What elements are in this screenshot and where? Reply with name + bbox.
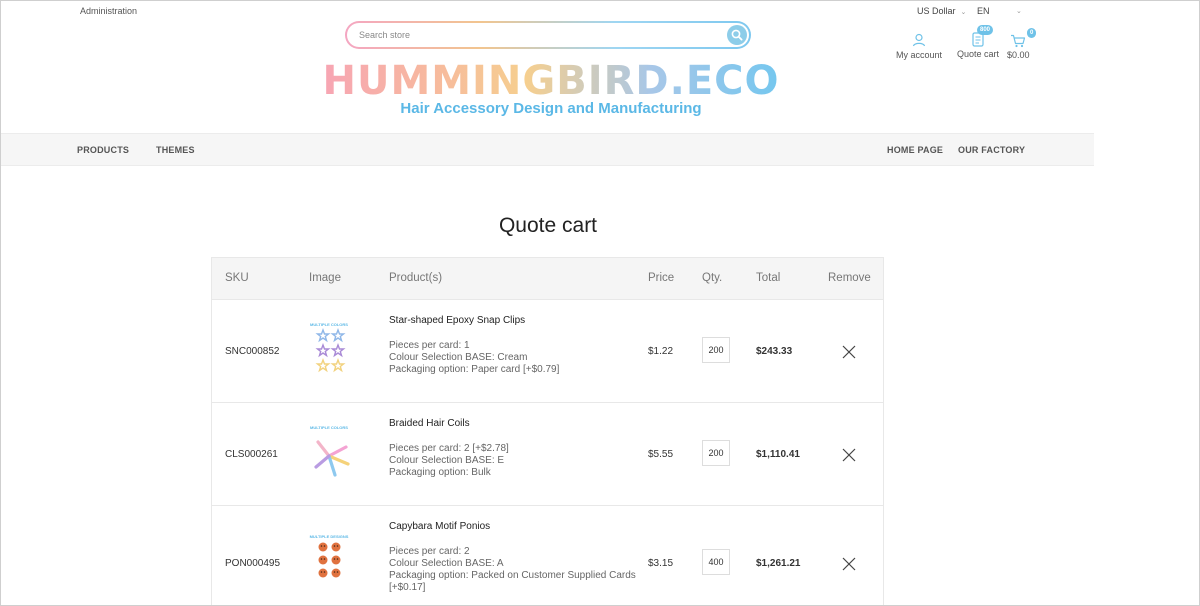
- unit-price: $5.55: [648, 449, 674, 460]
- option-pieces: Pieces per card: 1: [389, 340, 470, 351]
- option-colour: Colour Selection BASE: E: [389, 455, 505, 466]
- language-label: EN: [977, 6, 990, 16]
- cart-icon: [1011, 34, 1026, 48]
- nav-item-home-page[interactable]: HOME PAGE: [887, 145, 943, 155]
- option-pieces: Pieces per card: 2: [389, 546, 470, 557]
- search-input[interactable]: [359, 30, 727, 40]
- cart-count-badge: 0: [1027, 28, 1037, 38]
- star-clips-image[interactable]: MULTIPLE COLORS: [304, 320, 354, 380]
- quantity-input[interactable]: 400: [702, 549, 730, 575]
- column-header-price: Price: [648, 272, 675, 284]
- cart-total: $0.00: [1007, 50, 1030, 60]
- sku-value: PON000495: [225, 558, 281, 569]
- option-packaging: Packaging option: Paper card [+$0.79]: [389, 364, 560, 375]
- user-icon: [912, 33, 926, 47]
- image-caption: MULTIPLE DESIGNS: [310, 534, 349, 539]
- quote-count-badge: 800: [977, 25, 994, 35]
- product-options: Pieces per card: 2 Colour Selection BASE…: [389, 546, 639, 594]
- quantity-input[interactable]: 200: [702, 337, 730, 363]
- page-title: Quote cart: [498, 214, 598, 237]
- option-packaging: Packaging option: Bulk: [389, 467, 491, 478]
- remove-icon[interactable]: [842, 448, 856, 462]
- shopping-cart-link[interactable]: 0 $0.00: [1007, 28, 1037, 60]
- column-header-total: Total: [756, 272, 781, 284]
- column-header-remove: Remove: [828, 272, 871, 284]
- image-caption: MULTIPLE COLORS: [310, 322, 348, 327]
- nav-item-our-factory[interactable]: OUR FACTORY: [958, 145, 1025, 155]
- search-button[interactable]: [727, 25, 747, 45]
- line-total: $1,261.21: [756, 558, 801, 569]
- product-name[interactable]: Braided Hair Coils: [389, 418, 470, 429]
- quote-cart-table: SKU Image Product(s) Price Qty. Total Re…: [211, 257, 884, 605]
- search-bar: [345, 21, 751, 49]
- option-packaging: Packaging option: Packed on Customer Sup…: [389, 570, 636, 593]
- chevron-down-icon: ⌄: [960, 9, 967, 16]
- search-icon: [731, 29, 743, 41]
- unit-price: $3.15: [648, 558, 674, 569]
- product-name[interactable]: Star-shaped Epoxy Snap Clips: [389, 315, 525, 326]
- quote-cart-link[interactable]: 800 Quote cart: [957, 25, 1000, 59]
- language-selector[interactable]: EN: [977, 6, 990, 16]
- sku-value: SNC000852: [225, 346, 280, 357]
- brand-logo[interactable]: HUMMINGBIRD.ECO: [301, 59, 801, 103]
- column-header-products: Product(s): [389, 272, 443, 284]
- column-header-qty: Qty.: [702, 272, 723, 284]
- chevron-down-icon[interactable]: ⌄: [1016, 7, 1022, 15]
- my-account-link[interactable]: My account: [896, 33, 942, 60]
- page-frame: Administration US Dollar ⌄ EN ⌄ My accoun…: [0, 0, 1200, 606]
- product-options: Pieces per card: 1 Colour Selection BASE…: [389, 340, 639, 376]
- column-header-sku: SKU: [225, 272, 249, 284]
- administration-link[interactable]: Administration: [80, 6, 137, 16]
- unit-price: $1.22: [648, 346, 674, 357]
- remove-icon[interactable]: [842, 557, 856, 571]
- product-name[interactable]: Capybara Motif Ponios: [389, 521, 490, 532]
- capybara-ponios-image[interactable]: MULTIPLE DESIGNS: [304, 532, 354, 592]
- line-total: $243.33: [756, 346, 793, 357]
- remove-icon[interactable]: [842, 345, 856, 359]
- image-caption: MULTIPLE COLORS: [310, 425, 348, 430]
- currency-label: US Dollar: [917, 6, 956, 16]
- option-colour: Colour Selection BASE: Cream: [389, 352, 528, 363]
- main-navigation: PRODUCTS THEMES HOME PAGE OUR FACTORY: [1, 133, 1094, 166]
- table-header: SKU Image Product(s) Price Qty. Total Re…: [212, 258, 883, 299]
- table-row: SNC000852 MULTIPLE COLORS Star-shaped Ep…: [212, 299, 883, 402]
- column-header-image: Image: [309, 272, 341, 284]
- search-field-wrapper: [347, 23, 749, 47]
- quantity-input[interactable]: 200: [702, 440, 730, 466]
- option-colour: Colour Selection BASE: A: [389, 558, 504, 569]
- table-row: PON000495 MULTIPLE DESIGNS Capybara Moti…: [212, 505, 883, 605]
- nav-item-themes[interactable]: THEMES: [156, 145, 195, 155]
- line-total: $1,110.41: [756, 449, 800, 460]
- product-options: Pieces per card: 2 [+$2.78] Colour Selec…: [389, 443, 639, 479]
- hair-coils-image[interactable]: MULTIPLE COLORS: [304, 423, 354, 483]
- option-pieces: Pieces per card: 2 [+$2.78]: [389, 443, 509, 454]
- sku-value: CLS000261: [225, 449, 278, 460]
- currency-selector[interactable]: US Dollar ⌄: [917, 6, 966, 16]
- quote-cart-label: Quote cart: [957, 49, 1000, 59]
- my-account-label: My account: [896, 50, 943, 60]
- nav-item-products[interactable]: PRODUCTS: [77, 145, 129, 155]
- table-row: CLS000261 MULTIPLE COLORS Braided Hair C…: [212, 402, 883, 505]
- brand-tagline: Hair Accessory Design and Manufacturing: [400, 100, 702, 117]
